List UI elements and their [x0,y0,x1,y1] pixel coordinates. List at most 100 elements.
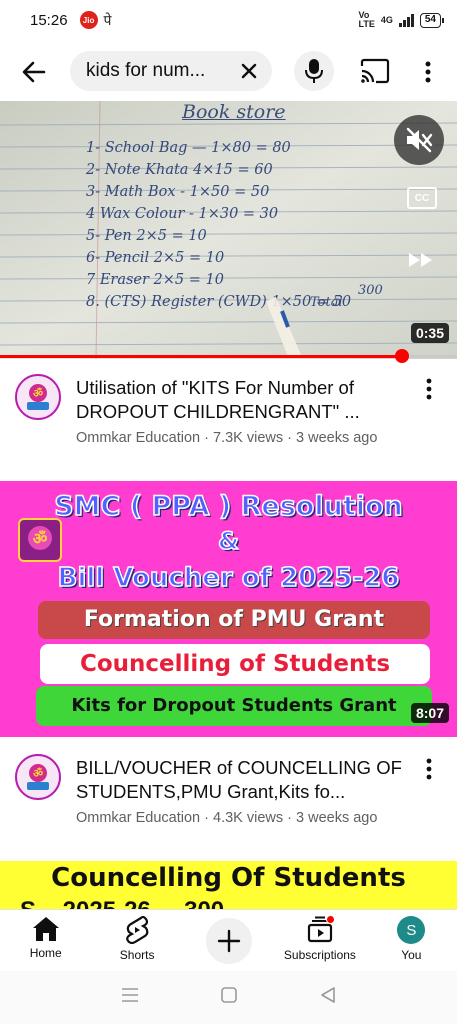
nav-subscriptions[interactable]: Subscriptions [274,910,365,971]
volte-bottom: LTE [358,19,375,29]
avatar: S [397,916,426,944]
svg-text:ॐ: ॐ [33,529,48,548]
captions-button[interactable]: CC [407,187,437,209]
channel-logo-thumb-icon: ॐ [18,518,62,562]
fast-forward-button[interactable] [407,251,435,269]
nav-label: Subscriptions [283,948,356,962]
clear-search-button[interactable] [238,60,260,82]
create-button[interactable] [205,918,252,964]
close-icon [241,63,257,79]
cast-icon [360,58,390,84]
system-navigation-bar [0,971,457,1024]
video-thumbnail-3[interactable]: Councelling Of Students S... 2025-26 ...… [0,861,457,909]
volume-off-icon [406,127,433,153]
channel-name[interactable]: Ommkar Education [76,430,200,446]
square-icon [220,987,237,1003]
channel-logo-icon: ॐ [18,377,58,417]
list-item: 6- Pencil 2×5 = 10 [86,250,225,266]
channel-name[interactable]: Ommkar Education [76,810,200,826]
more-options-button[interactable] [418,58,438,86]
search-header: kids for num... [0,42,457,100]
svg-text:ॐ: ॐ [33,387,43,400]
nav-label: You [401,948,422,962]
thumb-band-3: Kits for Dropout Students Grant [36,686,432,726]
handwritten-heading: Book store [182,101,286,123]
notification-dot [325,915,335,924]
shorts-icon [126,916,149,944]
video-info-2[interactable]: ॐ BILL/VOUCHER of COUNCELLING OF STUDENT… [0,740,457,830]
triangle-back-icon [320,987,335,1003]
thumb-band-1: Formation of PMU Grant [38,601,430,639]
microphone-icon [305,59,323,83]
home-system-button[interactable] [220,986,238,1009]
svg-text:ॐ: ॐ [33,767,43,780]
list-item: 5- Pen 2×5 = 10 [86,228,207,244]
nav-home[interactable]: Home [0,910,91,971]
handwritten-list: 1- School Bag — 1×80 = 80 2- Note Khata … [86,137,351,313]
more-vert-icon [426,378,432,400]
list-item: 4 Wax Colour - 1×30 = 30 [86,206,279,222]
upload-age: 3 weeks ago [296,430,378,446]
more-vert-icon [425,61,431,83]
video-title[interactable]: Utilisation of "KITS For Number of DROPO… [76,376,406,424]
nav-you[interactable]: S You [366,910,457,971]
nav-label: Shorts [119,948,155,962]
create-icon [217,929,240,953]
thumb-band-2: Councelling of Students [40,644,430,684]
search-input[interactable]: kids for num... [70,51,272,91]
mute-button[interactable] [394,115,444,165]
thumb-line-1: SMC ( PPA ) Resolution [53,490,403,523]
back-button[interactable] [18,56,50,88]
progress-fill [0,355,403,358]
pen-image [266,297,302,357]
volte-indicator: Vo LTE [359,11,375,29]
channel-logo-icon: ॐ [18,757,58,797]
thumb-line-3: Bill Voucher of 2025-26 [57,562,400,594]
list-item: 3- Math Box - 1×50 = 50 [86,184,270,200]
total-label: Total [310,295,343,310]
channel-avatar[interactable]: ॐ [15,374,61,420]
status-bar: 15:26 Jio पे Vo LTE 4G 54 [0,0,457,40]
video-metadata: Ommkar Education · 7.3K views · 3 weeks … [76,430,378,446]
status-time: 15:26 [30,11,68,29]
video-duration: 8:07 [410,703,449,723]
view-count: 7.3K views [213,430,284,446]
carrier-badge: Jio [79,11,98,29]
back-arrow-icon [22,61,46,83]
video-thumbnail-1[interactable]: Book store 1- School Bag — 1×80 = 80 2- … [0,101,457,359]
nav-shorts[interactable]: Shorts [91,910,182,971]
list-item: 2- Note Khata 4×15 = 60 [86,162,273,178]
om-logo-icon: ॐ [28,526,52,550]
list-item: 7 Eraser 2×5 = 10 [86,272,224,288]
thumb-title: Councelling Of Students [51,863,406,893]
voice-search-button[interactable] [294,51,334,91]
thumb-next-line: S... 2025-26 ... 300 ... ... [20,897,440,909]
video-menu-button[interactable] [421,756,437,782]
battery-icon: 54 [419,12,445,28]
recents-button[interactable] [121,987,139,1008]
payment-indicator: पे [103,11,112,28]
battery-level: 54 [424,13,436,25]
video-thumbnail-2[interactable]: SMC ( PPA ) Resolution & Bill Voucher of… [0,481,457,737]
nav-label: Home [29,946,62,960]
video-menu-button[interactable] [421,376,437,402]
back-system-button[interactable] [319,986,337,1009]
more-vert-icon [426,758,432,780]
network-type: 4G [380,14,393,25]
view-count: 4.3K views [213,810,284,826]
video-metadata: Ommkar Education · 4.3K views · 3 weeks … [76,810,378,826]
video-title[interactable]: BILL/VOUCHER of COUNCELLING OF STUDENTS,… [76,756,406,804]
channel-avatar[interactable]: ॐ [15,754,61,800]
fast-forward-icon [409,253,432,267]
thumb-line-2: & [217,526,239,556]
menu-icon [121,988,138,1002]
video-duration: 0:35 [410,323,449,343]
nav-create[interactable] [183,910,274,971]
cast-button[interactable] [359,58,391,86]
status-indicators: Vo LTE 4G 54 [359,11,445,29]
playback-progress-bar[interactable] [0,349,457,363]
home-icon [32,917,59,941]
bottom-navigation: Home Shorts Subscriptions S You [0,909,457,971]
video-info-1[interactable]: ॐ Utilisation of "KITS For Number of DRO… [0,360,457,450]
total-value: 300 [358,283,383,298]
